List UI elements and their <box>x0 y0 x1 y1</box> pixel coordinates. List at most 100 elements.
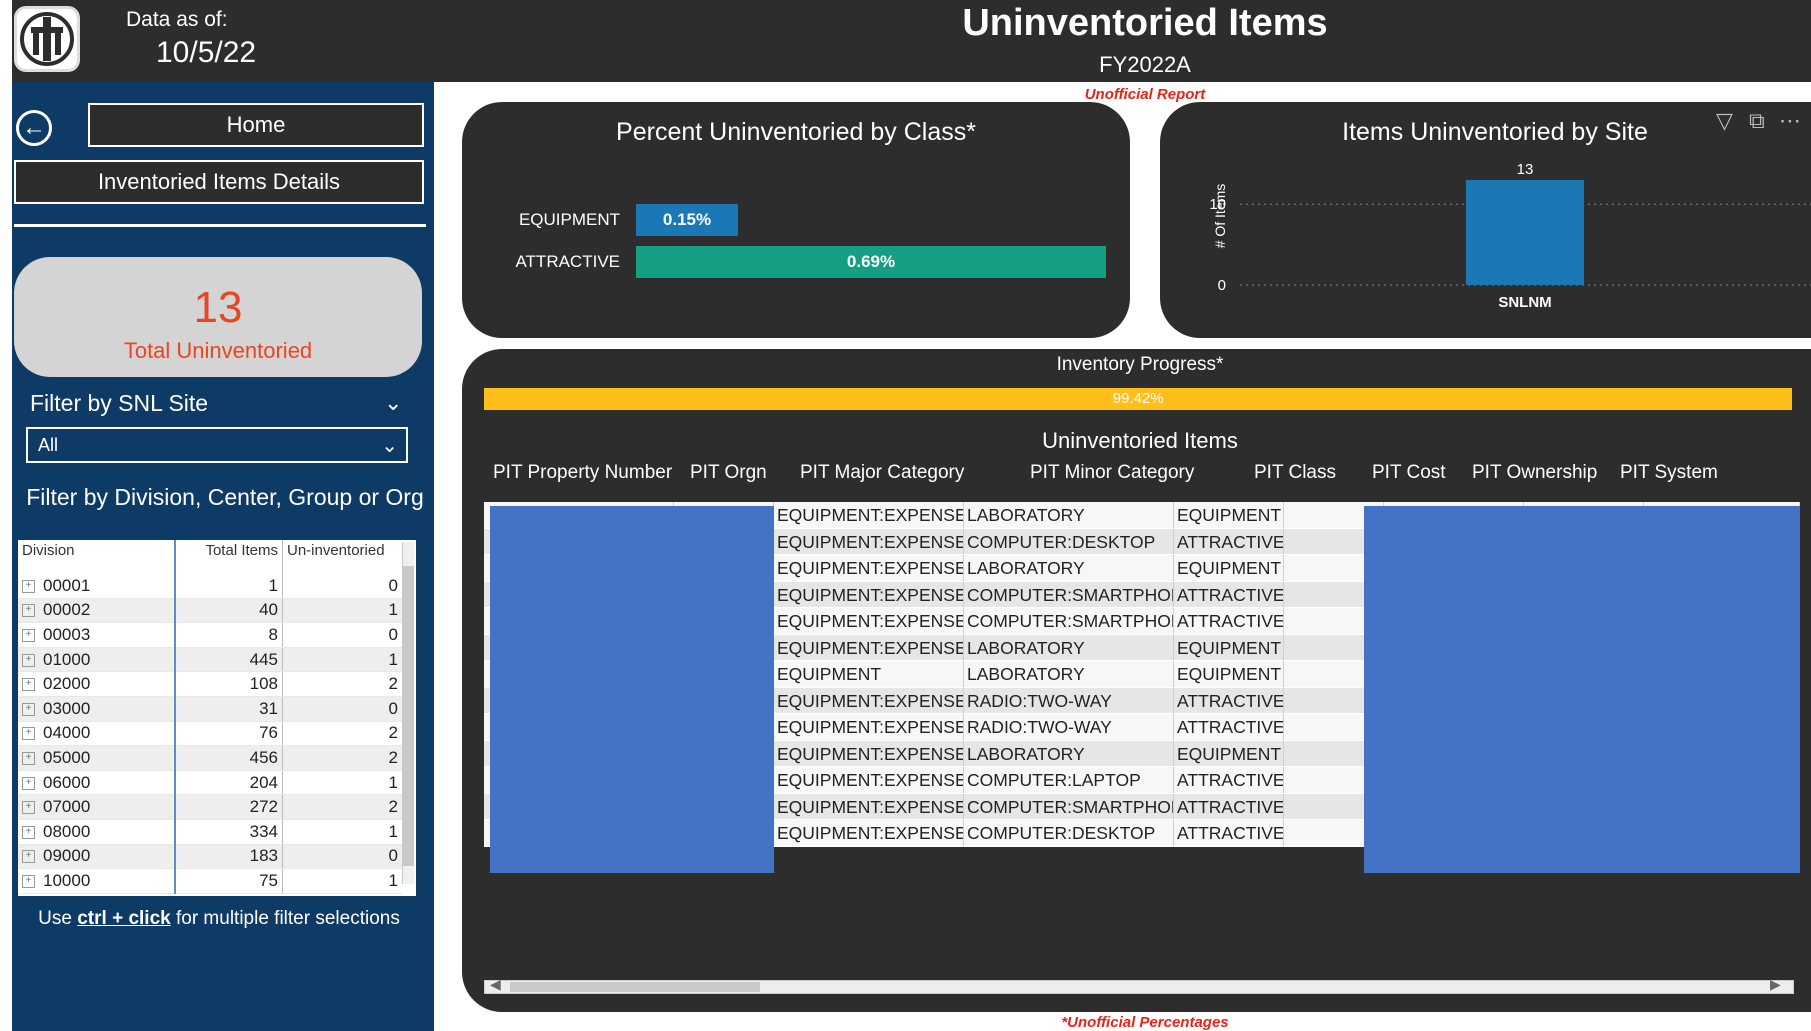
cell-major-category: EQUIPMENT:EXPENSED <box>774 608 964 635</box>
expand-icon[interactable]: + <box>22 751 35 765</box>
class-bar-attractive[interactable]: 0.69% <box>636 246 1106 278</box>
expand-icon[interactable]: + <box>22 801 35 815</box>
division-uninventoried: 1 <box>282 770 402 796</box>
uninventoried-column-header[interactable]: Un-inventoried <box>283 540 403 574</box>
division-table-scroll-thumb[interactable] <box>402 566 414 866</box>
focus-mode-icon[interactable]: ⧉ <box>1749 108 1765 133</box>
inventoried-items-details-button[interactable]: Inventoried Items Details <box>14 160 424 204</box>
division-row[interactable]: +08000 334 1 <box>18 819 402 845</box>
division-code: 03000 <box>43 698 91 718</box>
division-uninventoried: 0 <box>282 844 402 870</box>
cell-class: ATTRACTIVE <box>1174 714 1284 741</box>
site-bar[interactable] <box>1466 180 1584 285</box>
division-code: 00003 <box>43 624 91 644</box>
col-header-system[interactable]: PIT System <box>1620 462 1718 484</box>
expand-icon[interactable]: + <box>22 874 35 888</box>
division-total-items: 334 <box>175 819 283 845</box>
expand-icon[interactable]: + <box>22 825 35 839</box>
filter-icon[interactable]: ▽ <box>1716 108 1733 133</box>
division-row[interactable]: +01000 445 1 <box>18 647 402 673</box>
division-uninventoried: 0 <box>282 696 402 722</box>
cell-major-category: EQUIPMENT:EXPENSED <box>774 793 964 820</box>
expand-icon[interactable]: + <box>22 776 35 790</box>
items-by-site-title: Items Uninventoried by Site <box>1342 118 1648 146</box>
cell-minor-category: COMPUTER:LAPTOP <box>964 767 1174 794</box>
expand-icon[interactable]: + <box>22 850 35 864</box>
more-options-icon[interactable]: ⋯ <box>1779 108 1801 133</box>
division-uninventoried: 0 <box>282 622 402 648</box>
cell-class: EQUIPMENT <box>1174 661 1284 688</box>
expand-icon[interactable]: + <box>22 579 35 593</box>
total-items-column-header[interactable]: Total Items <box>175 540 283 574</box>
division-row[interactable]: +05000 456 2 <box>18 745 402 771</box>
cell-minor-category: COMPUTER:SMARTPHONE <box>964 608 1174 635</box>
site-filter-value: All <box>38 435 59 455</box>
division-code: 09000 <box>43 846 91 866</box>
table-horizontal-scroll-thumb[interactable] <box>510 982 760 992</box>
cell-major-category: EQUIPMENT:EXPENSED <box>774 634 964 661</box>
expand-icon[interactable]: + <box>22 678 35 692</box>
division-uninventoried: 1 <box>282 819 402 845</box>
division-row[interactable]: +09000 183 0 <box>18 844 402 870</box>
division-row[interactable]: +06000 204 1 <box>18 770 402 796</box>
cell-major-category: EQUIPMENT:EXPENSED <box>774 687 964 714</box>
total-uninventoried-value: 13 <box>193 283 243 332</box>
col-header-orgn[interactable]: PIT Orgn <box>690 462 767 484</box>
division-uninventoried: 2 <box>282 721 402 747</box>
expand-icon[interactable]: + <box>22 629 35 642</box>
division-column-header[interactable]: Division <box>18 540 176 574</box>
unofficial-percentages-note: *Unofficial Percentages <box>1061 1014 1229 1031</box>
class-bar-equipment[interactable]: 0.15% <box>636 204 738 236</box>
col-header-property-number[interactable]: PIT Property Number <box>493 462 672 484</box>
division-code: 04000 <box>43 723 91 743</box>
cell-minor-category: COMPUTER:DESKTOP <box>964 528 1174 555</box>
cell-class: ATTRACTIVE <box>1174 528 1284 555</box>
division-row[interactable]: +00002 40 1 <box>18 598 402 624</box>
division-row[interactable]: +10000 75 1 <box>18 868 402 894</box>
cell-class: ATTRACTIVE <box>1174 820 1284 847</box>
division-row[interactable]: +00001 1 0 <box>18 574 402 599</box>
scroll-left-icon[interactable]: ◀ <box>490 976 501 993</box>
division-row[interactable]: +03000 31 0 <box>18 696 402 722</box>
division-filter-label: Filter by Division, Center, Group or Org <box>26 484 424 510</box>
division-code: 07000 <box>43 797 91 817</box>
back-arrow-icon[interactable]: ← <box>16 110 52 146</box>
y-tick-label: 0 <box>1218 277 1226 294</box>
col-header-major-category[interactable]: PIT Major Category <box>800 462 964 484</box>
division-total-items: 40 <box>175 598 283 624</box>
division-total-items: 8 <box>175 622 283 648</box>
scroll-right-icon[interactable]: ▶ <box>1770 976 1781 993</box>
chevron-down-icon[interactable]: ⌄ <box>384 390 402 416</box>
division-total-items: 183 <box>175 844 283 870</box>
division-code: 01000 <box>43 649 91 669</box>
home-button[interactable]: Home <box>88 103 424 147</box>
division-code: 00002 <box>43 600 91 620</box>
division-row[interactable]: +07000 272 2 <box>18 794 402 820</box>
col-header-ownership[interactable]: PIT Ownership <box>1472 462 1597 484</box>
cell-major-category: EQUIPMENT:EXPENSED <box>774 714 964 741</box>
division-row[interactable]: +04000 76 2 <box>18 721 402 747</box>
division-row[interactable]: +00003 8 0 <box>18 622 402 648</box>
expand-icon[interactable]: + <box>22 604 35 618</box>
expand-icon[interactable]: + <box>22 727 35 741</box>
inventory-progress-title: Inventory Progress* <box>1056 354 1224 375</box>
site-filter-dropdown[interactable]: All ⌄ <box>26 427 408 463</box>
expand-icon[interactable]: + <box>22 653 35 667</box>
division-row[interactable]: +02000 108 2 <box>18 671 402 697</box>
cell-minor-category: COMPUTER:SMARTPHONE <box>964 793 1174 820</box>
col-header-cost[interactable]: PIT Cost <box>1372 462 1446 484</box>
percent-by-class-title: Percent Uninventoried by Class* <box>616 118 976 146</box>
division-total-items: 1 <box>175 574 283 599</box>
col-header-class[interactable]: PIT Class <box>1254 462 1336 484</box>
expand-icon[interactable]: + <box>22 702 35 716</box>
col-header-minor-category[interactable]: PIT Minor Category <box>1030 462 1194 484</box>
division-total-items: 31 <box>175 696 283 722</box>
cell-class: ATTRACTIVE <box>1174 687 1284 714</box>
uninventoried-items-table: EQUIPMENT:EXPENSED LABORATORY EQUIPMENT EQU… <box>484 502 1800 898</box>
cell-major-category: EQUIPMENT <box>774 661 964 688</box>
cell-minor-category: COMPUTER:DESKTOP <box>964 820 1174 847</box>
cell-class: EQUIPMENT <box>1174 634 1284 661</box>
cell-major-category: EQUIPMENT:EXPENSED <box>774 502 964 529</box>
cell-minor-category: RADIO:TWO-WAY <box>964 714 1174 741</box>
division-total-items: 76 <box>175 721 283 747</box>
